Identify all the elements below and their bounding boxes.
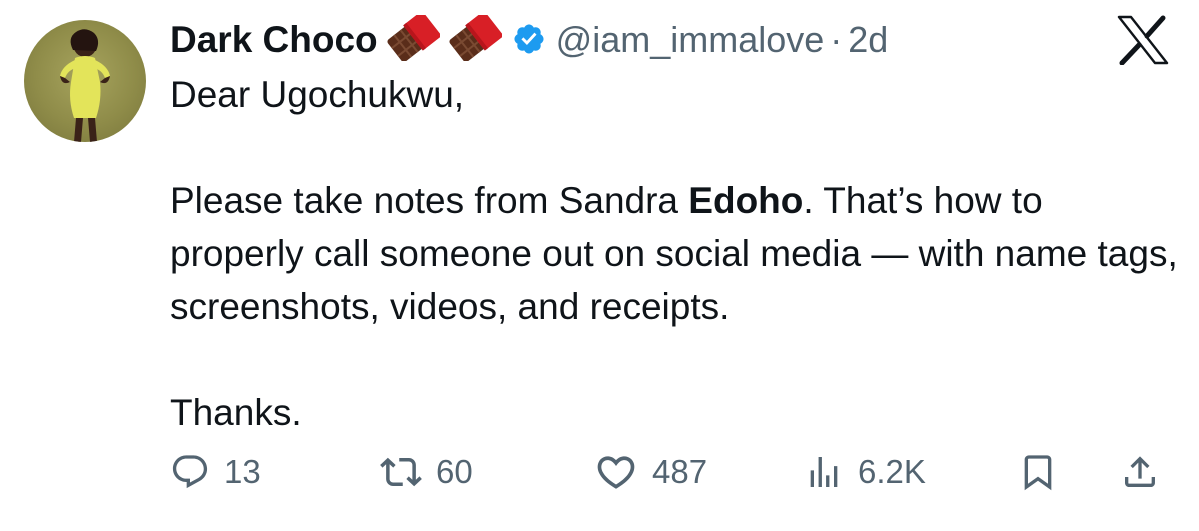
greeting-text: Dear Ugochukwu,: [170, 74, 465, 115]
action-bar: 13 60 487 6.2K: [0, 440, 1199, 504]
views-count: 6.2K: [858, 453, 926, 490]
closing-text: Thanks.: [170, 392, 302, 433]
post-body: Dear Ugochukwu, Please take notes from S…: [170, 68, 1180, 439]
repost-icon: [380, 451, 422, 493]
like-count: 487: [652, 453, 708, 490]
reply-count: 13: [224, 453, 261, 490]
reply-button[interactable]: 13: [170, 440, 261, 504]
author-name[interactable]: Dark Choco: [170, 19, 378, 61]
chocolate-bar-emoji: [386, 10, 441, 66]
bookmark-button[interactable]: [1018, 440, 1058, 504]
share-button[interactable]: [1120, 440, 1160, 504]
views-button[interactable]: 6.2K: [804, 440, 926, 504]
separator-dot: ·: [830, 19, 843, 60]
x-logo-icon: [1117, 15, 1169, 70]
avatar-figure: [60, 29, 110, 142]
repost-count: 60: [436, 453, 473, 490]
post-header: Dark Choco @iam_immalove · 2d: [170, 10, 888, 68]
share-icon: [1120, 452, 1160, 492]
like-button[interactable]: 487: [594, 440, 707, 504]
main-paragraph: Please take notes from Sandra Edoho. Tha…: [170, 174, 1180, 333]
bookmark-icon: [1018, 452, 1058, 492]
heart-icon: [594, 450, 638, 494]
author-handle[interactable]: @iam_immalove: [556, 19, 825, 61]
post-timestamp[interactable]: 2d: [848, 19, 888, 61]
paragraph-text: Please take notes from Sandra: [170, 180, 689, 221]
views-chart-icon: [804, 452, 844, 492]
reply-icon: [170, 452, 210, 492]
verified-badge-icon: [512, 22, 546, 61]
avatar[interactable]: [24, 20, 146, 142]
repost-button[interactable]: 60: [380, 440, 473, 504]
bold-name: Edoho: [688, 180, 804, 221]
chocolate-bar-emoji: [448, 10, 503, 66]
